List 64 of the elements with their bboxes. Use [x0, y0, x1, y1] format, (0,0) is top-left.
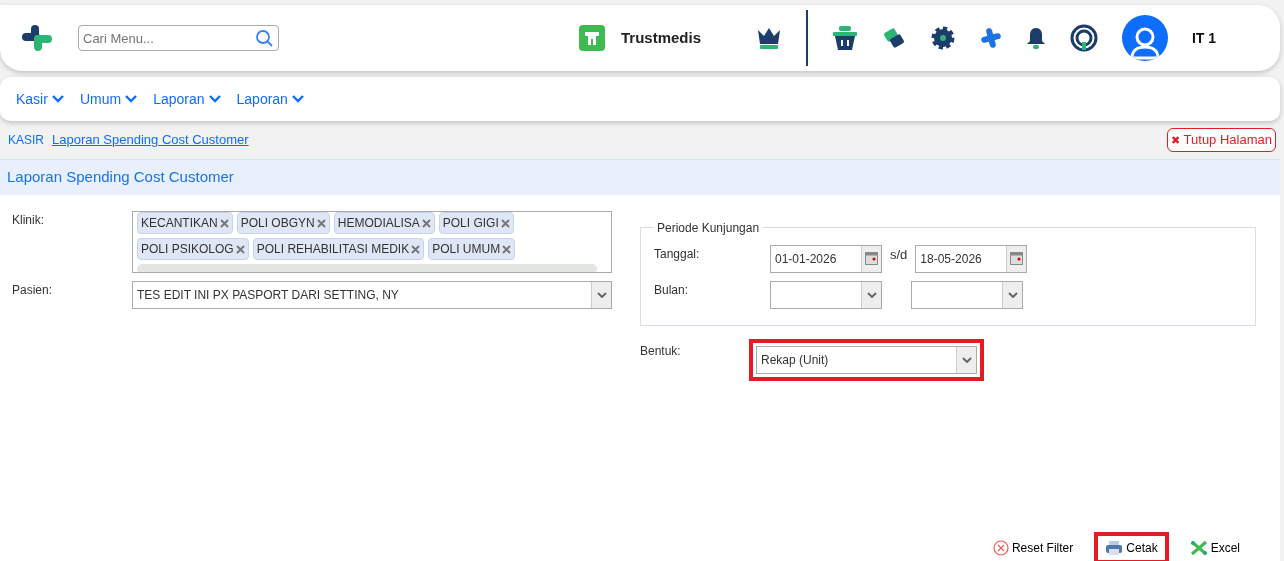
- action-button[interactable]: Reset Filter: [988, 539, 1078, 557]
- field-label: Tanggal:: [654, 245, 701, 263]
- avatar-icon[interactable]: [1121, 15, 1168, 61]
- excel-icon: [1189, 540, 1208, 556]
- month-select[interactable]: [770, 280, 882, 309]
- date-separator: s/d: [890, 245, 908, 264]
- clinic-tag[interactable]: KECANTIKAN: [137, 211, 233, 234]
- remove-icon[interactable]: [235, 244, 245, 254]
- chevron-down-icon: [208, 95, 221, 103]
- menu-item[interactable]: Kasir: [16, 88, 64, 110]
- bell-icon[interactable]: [1025, 26, 1046, 50]
- panel-title: Laporan Spending Cost Customer: [0, 160, 1280, 195]
- field-label: Klinik:: [11, 211, 45, 229]
- close-page-button[interactable]: ✖ Tutup Halaman: [1167, 128, 1276, 152]
- menu-item[interactable]: Umum: [79, 88, 138, 110]
- search-icon[interactable]: [255, 29, 273, 47]
- field-label: Pasien:: [11, 281, 54, 299]
- calendar-icon[interactable]: [1010, 252, 1024, 265]
- printer-icon: [1105, 540, 1124, 556]
- month-select[interactable]: [911, 280, 1023, 309]
- menu-item[interactable]: Laporan: [153, 88, 221, 110]
- logo-icon: [579, 25, 605, 51]
- chevron-down-icon: [866, 291, 877, 298]
- brand-name: Trustmedis: [621, 27, 702, 48]
- plus-icon[interactable]: [979, 27, 1002, 49]
- action-button[interactable]: Excel: [1185, 539, 1244, 557]
- scrollbar[interactable]: [137, 263, 597, 272]
- plus-logo-icon[interactable]: [20, 23, 54, 53]
- search-field[interactable]: Cari Menu...: [78, 25, 279, 51]
- chevron-down-icon: [1007, 291, 1018, 298]
- chevron-down-icon: [291, 95, 304, 103]
- remove-icon[interactable]: [411, 244, 421, 254]
- breadcrumb-section[interactable]: KASIR: [8, 131, 44, 149]
- action-button[interactable]: Cetak: [1101, 539, 1162, 557]
- remove-icon[interactable]: [502, 244, 512, 254]
- clinic-tag[interactable]: POLI PSIKOLOG: [137, 237, 249, 260]
- remove-icon[interactable]: [316, 218, 326, 228]
- chevron-down-icon: [596, 291, 607, 298]
- menu-item[interactable]: Laporan: [236, 88, 304, 110]
- settings-icon[interactable]: [929, 25, 956, 51]
- clinic-tag[interactable]: POLI REHABILITASI MEDIK: [252, 237, 425, 260]
- clinic-tag[interactable]: HEMODIALISA: [333, 211, 435, 234]
- remove-icon[interactable]: [219, 218, 229, 228]
- breadcrumb-link[interactable]: Laporan Spending Cost Customer: [52, 130, 249, 150]
- crown-icon[interactable]: [755, 26, 782, 50]
- user-name: IT 1: [1191, 28, 1216, 48]
- form-select[interactable]: Rekap (Unit): [756, 345, 977, 374]
- clinic-tag[interactable]: POLI OBGYN: [236, 211, 330, 234]
- remove-icon[interactable]: [421, 218, 431, 228]
- date-field[interactable]: 18-05-2026: [915, 244, 1028, 273]
- cancel-icon: [992, 540, 1009, 556]
- calendar-icon[interactable]: [865, 252, 878, 265]
- clinic-tag[interactable]: POLI UMUM: [428, 237, 516, 260]
- basket-icon[interactable]: [831, 25, 858, 51]
- field-label: Bulan:: [654, 281, 690, 299]
- clinic-tag[interactable]: POLI GIGI: [438, 211, 514, 234]
- date-field[interactable]: 01-01-2026: [770, 244, 882, 273]
- chevron-down-icon: [961, 356, 972, 363]
- chevron-down-icon: [51, 95, 64, 103]
- field-label: Bentuk:: [640, 342, 682, 360]
- chevron-down-icon: [125, 95, 138, 103]
- remove-icon[interactable]: [500, 218, 510, 228]
- clinic-tag-field[interactable]: KECANTIKAN POLI OBGYN HEMODIALISA POLI GIGI POLI PSIKOLOG POLI REHABILITASI MEDIK POLI UMUM: [132, 210, 612, 273]
- patient-select[interactable]: TES EDIT INI PX PASPORT DARI SETTING, NY: [132, 280, 612, 309]
